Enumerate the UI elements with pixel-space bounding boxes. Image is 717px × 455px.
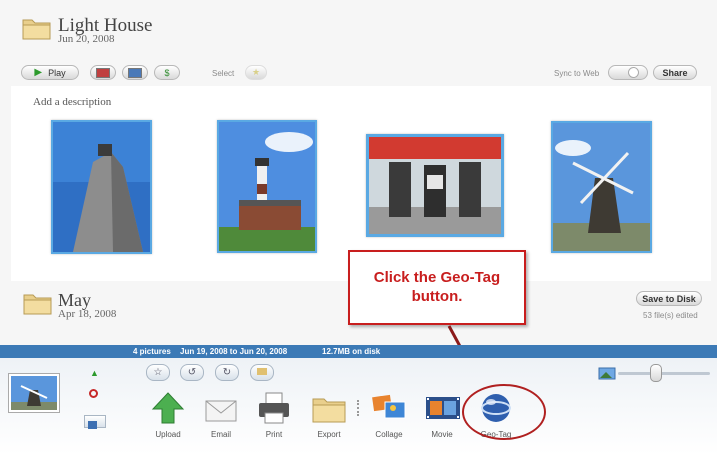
instruction-callout: Click the Geo-Tag button. xyxy=(348,250,526,325)
folder-icon xyxy=(22,19,51,40)
export-label[interactable]: Export xyxy=(301,430,357,439)
upload-label[interactable]: Upload xyxy=(140,430,196,439)
status-bar: 4 pictures Jun 19, 2008 to Jun 20, 2008 … xyxy=(0,345,717,358)
thumbnail-size-slider[interactable] xyxy=(618,372,710,375)
photo-thumbnail-4[interactable] xyxy=(551,121,652,253)
lighthouse-closeup-image xyxy=(53,122,150,252)
collage-label[interactable]: Collage xyxy=(361,430,417,439)
photo-thumbnail-2[interactable] xyxy=(217,120,317,253)
select-star-button[interactable]: ★ xyxy=(245,65,267,80)
star-icon: ★ xyxy=(251,67,261,77)
sync-toggle[interactable] xyxy=(608,65,648,80)
rotate-right-button[interactable]: ↻ xyxy=(215,364,239,381)
windmill-image xyxy=(553,123,650,251)
photo-thumbnail-3[interactable] xyxy=(366,134,504,237)
dollar-icon: $ xyxy=(164,67,170,78)
edit-photo-button[interactable] xyxy=(250,364,274,381)
play-label: Play xyxy=(48,67,66,78)
slideshow-icon xyxy=(96,67,110,78)
folder-icon xyxy=(23,294,52,315)
windmill-preview-image xyxy=(11,376,57,410)
rotate-left-button[interactable]: ↺ xyxy=(180,364,204,381)
collage-icon[interactable] xyxy=(371,392,407,424)
photo-thumbnail-1[interactable] xyxy=(51,120,152,254)
play-icon: ▶ xyxy=(34,67,43,78)
email-icon[interactable] xyxy=(203,393,239,423)
gas-station-image xyxy=(369,137,501,234)
album-date: Apr 18, 2008 xyxy=(58,308,117,320)
sync-to-web-label: Sync to Web xyxy=(554,69,600,78)
star-button[interactable]: ☆ xyxy=(146,364,170,381)
photo-action-button-1[interactable] xyxy=(90,65,116,80)
view-icon xyxy=(88,421,97,429)
star-icon: ☆ xyxy=(153,367,163,378)
edit-icon xyxy=(257,368,267,375)
view-menu-button[interactable] xyxy=(84,415,106,429)
rotate-left-icon: ↺ xyxy=(187,367,197,378)
slider-handle[interactable] xyxy=(650,364,662,382)
selected-photo-preview[interactable] xyxy=(8,373,60,413)
export-folder-icon[interactable] xyxy=(311,394,347,424)
landscape-size-icon xyxy=(598,367,616,380)
callout-line-1: Click the Geo-Tag xyxy=(373,269,501,286)
album-date: Jun 20, 2008 xyxy=(58,33,115,45)
print-icon[interactable] xyxy=(256,391,292,425)
photo-action-button-3[interactable]: $ xyxy=(154,65,180,80)
edited-count: 53 file(s) edited xyxy=(643,311,698,320)
picture-count: 4 pictures xyxy=(133,347,171,356)
lighthouse-building-image xyxy=(219,122,315,251)
add-description-field[interactable]: Add a description xyxy=(33,96,111,108)
flag-icon[interactable]: ▲ xyxy=(90,368,100,378)
email-label[interactable]: Email xyxy=(193,430,249,439)
rotate-right-icon: ↻ xyxy=(222,367,232,378)
disk-size: 12.7MB on disk xyxy=(322,347,381,356)
share-button[interactable]: Share xyxy=(653,65,697,80)
print-label[interactable]: Print xyxy=(246,430,302,439)
movie-icon[interactable] xyxy=(424,392,462,424)
geotag-highlight-circle xyxy=(462,384,546,440)
toggle-knob xyxy=(627,67,639,78)
date-range: Jun 19, 2008 to Jun 20, 2008 xyxy=(180,347,288,356)
upload-icon[interactable] xyxy=(150,391,186,425)
callout-line-2: button. xyxy=(411,288,463,305)
select-label: Select xyxy=(212,69,235,78)
photo-action-button-2[interactable] xyxy=(122,65,148,80)
toolbar-divider xyxy=(357,400,361,416)
save-to-disk-button[interactable]: Save to Disk xyxy=(636,291,702,306)
remove-icon[interactable] xyxy=(89,389,98,398)
movie-label[interactable]: Movie xyxy=(414,430,470,439)
gallery-icon xyxy=(128,67,142,78)
play-button[interactable]: ▶ Play xyxy=(21,65,79,80)
